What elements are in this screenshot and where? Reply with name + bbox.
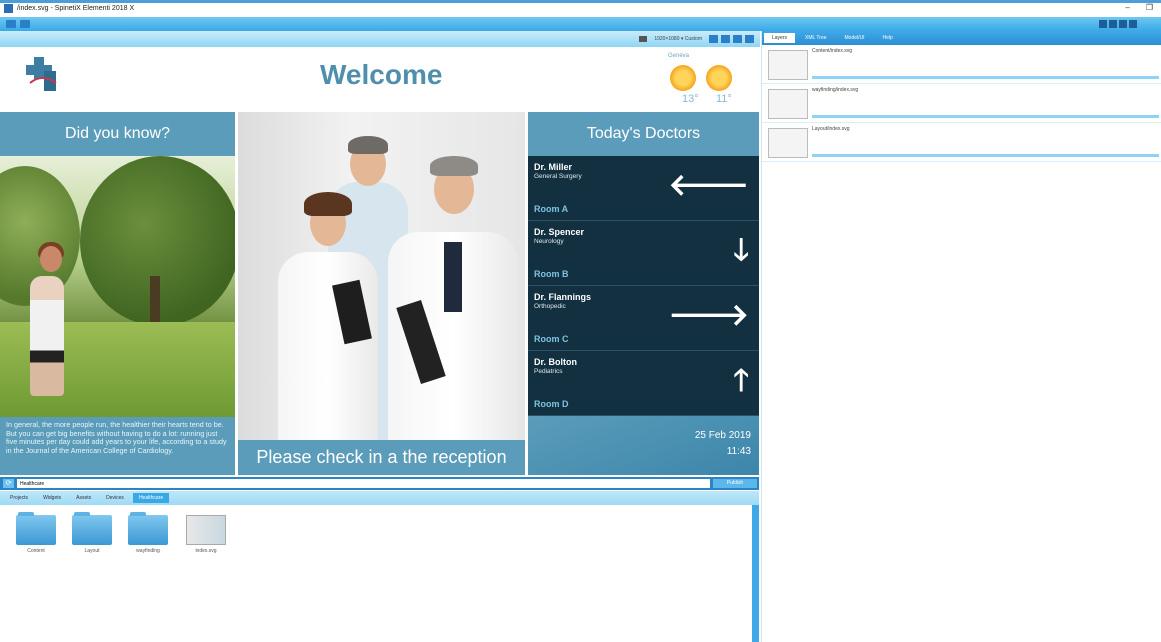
window-title: /index.svg - SpinetiX Elementi 2018 X — [17, 5, 135, 12]
doctor-room: Room D — [534, 399, 569, 409]
window-titlebar: /index.svg - SpinetiX Elementi 2018 X – … — [0, 0, 1161, 14]
vertical-splitter[interactable] — [752, 505, 759, 642]
doctor-name: Dr. Bolton — [534, 357, 577, 367]
toolbar-icon-3[interactable] — [1119, 20, 1127, 28]
layer-name: Content/index.svg — [812, 48, 853, 54]
layer-item[interactable]: wayfinding/index.svg — [762, 84, 1161, 123]
main-toolbar — [0, 17, 1161, 31]
doctors-photo — [238, 112, 525, 440]
restore-icon[interactable]: ❐ — [1146, 3, 1153, 12]
todays-doctors-title: Today's Doctors — [528, 112, 759, 156]
path-input[interactable] — [17, 479, 710, 488]
file-item[interactable]: index.svg — [184, 515, 228, 554]
folder-icon — [16, 512, 56, 545]
layer-thumbnail — [768, 50, 808, 80]
weather-location: Geneva — [668, 53, 690, 59]
layer-item[interactable]: Layout/index.svg — [762, 123, 1161, 162]
temperature-today: 13° — [682, 93, 699, 105]
stop-button[interactable] — [733, 35, 742, 43]
display-icon[interactable] — [639, 36, 648, 42]
right-panel: Layers XML Tree Model/UI Help Content/in… — [761, 31, 1161, 642]
layer-bar — [812, 154, 1159, 157]
folder-icon — [128, 512, 168, 545]
tab-model-ui[interactable]: Model/UI — [837, 33, 873, 43]
layer-bar — [812, 76, 1159, 79]
preview-toolbar: 1920×1080 ▾ Custom — [0, 31, 760, 47]
toolbar-icon-4[interactable] — [1129, 20, 1137, 28]
address-bar: ⟳ Publish — [0, 477, 759, 490]
tab-help[interactable]: Help — [875, 33, 901, 43]
arrow-right-icon: 🡒 — [668, 299, 749, 332]
doctors-photo-panel: Please check in a the reception — [238, 112, 525, 475]
toolbar-icon-1[interactable] — [1099, 20, 1107, 28]
temperature-tomorrow: 11° — [716, 93, 732, 105]
reception-caption: Please check in a the reception — [238, 440, 525, 475]
doctor-name: Dr. Spencer — [534, 227, 585, 237]
fullscreen-button[interactable] — [745, 35, 754, 43]
file-label: Content — [27, 548, 45, 554]
toolbar-icon-2[interactable] — [1109, 20, 1117, 28]
doctor-specialty: Neurology — [534, 238, 564, 245]
minimize-icon[interactable]: – — [1125, 3, 1129, 12]
file-browser: Content Layout wayfinding index.svg — [0, 505, 752, 642]
play-button[interactable] — [709, 35, 718, 43]
browser-tabs: Projects Widgets Assets Devices Healthca… — [0, 491, 759, 505]
file-label: wayfinding — [136, 548, 160, 554]
resolution-select[interactable]: 1920×1080 ▾ Custom — [654, 36, 702, 42]
date-time-block: 25 Feb 2019 11:43 — [528, 416, 759, 475]
weather-widget: Geneva 13° 11° — [668, 53, 748, 108]
pause-button[interactable] — [721, 35, 730, 43]
file-label: Layout — [84, 548, 100, 554]
tab-projects[interactable]: Projects — [4, 493, 34, 503]
tab-layers[interactable]: Layers — [764, 33, 796, 43]
current-date: 25 Feb 2019 — [694, 430, 751, 441]
tab-widgets[interactable]: Widgets — [37, 493, 67, 503]
app-icon — [4, 4, 13, 13]
layer-thumbnail — [768, 89, 808, 119]
layer-name: Layout/index.svg — [812, 126, 850, 132]
sun-icon — [706, 65, 732, 91]
doctor-row: Dr. Spencer Neurology Room B 🡓 — [528, 221, 759, 286]
doctor-specialty: Pediatrics — [534, 368, 563, 375]
arrow-left-icon: 🡐 — [668, 169, 749, 202]
did-you-know-title: Did you know? — [0, 112, 235, 156]
did-you-know-text: In general, the more people run, the hea… — [0, 417, 235, 475]
doctor-row: Dr. Bolton Pediatrics Room D 🡑 — [528, 351, 759, 416]
did-you-know-panel: Did you know? In general, the more peopl… — [0, 112, 235, 475]
arrow-down-icon: 🡓 — [733, 234, 749, 267]
folder-item[interactable]: Content — [14, 512, 58, 554]
doctor-room: Room A — [534, 204, 569, 214]
publish-button[interactable]: Publish — [713, 479, 757, 488]
tab-devices[interactable]: Devices — [100, 493, 130, 503]
tab-healthcare[interactable]: Healthcare — [132, 493, 170, 503]
layer-name: wayfinding/index.svg — [812, 87, 859, 93]
welcome-heading: Welcome — [320, 59, 443, 90]
folder-item[interactable]: Layout — [70, 512, 114, 554]
tab-xml-tree[interactable]: XML Tree — [797, 33, 835, 43]
runner-photo — [0, 156, 235, 417]
folder-icon — [72, 512, 112, 545]
svg-thumbnail-icon — [186, 515, 226, 545]
file-menu-button[interactable] — [20, 20, 30, 28]
preview-canvas[interactable]: Welcome Geneva 13° 11° Did you know? In … — [0, 47, 759, 475]
doctor-row: Dr. Miller General Surgery Room A 🡐 — [528, 156, 759, 221]
tab-assets[interactable]: Assets — [70, 493, 97, 503]
arrow-up-icon: 🡑 — [733, 364, 749, 397]
doctor-room: Room B — [534, 269, 569, 279]
current-time: 11:43 — [726, 446, 751, 457]
menu-button[interactable] — [6, 20, 16, 28]
sun-icon — [670, 65, 696, 91]
layer-bar — [812, 115, 1159, 118]
doctor-row: Dr. Flannings Orthopedic Room C 🡒 — [528, 286, 759, 351]
layer-thumbnail — [768, 128, 808, 158]
doctor-room: Room C — [534, 334, 569, 344]
folder-item[interactable]: wayfinding — [126, 512, 170, 554]
file-label: index.svg — [195, 548, 217, 554]
refresh-icon[interactable]: ⟳ — [3, 479, 14, 488]
right-panel-tabs: Layers XML Tree Model/UI Help — [762, 31, 1161, 45]
hospital-logo — [26, 57, 57, 91]
todays-doctors-panel: Today's Doctors Dr. Miller General Surge… — [528, 112, 759, 475]
layer-item[interactable]: Content/index.svg — [762, 45, 1161, 84]
